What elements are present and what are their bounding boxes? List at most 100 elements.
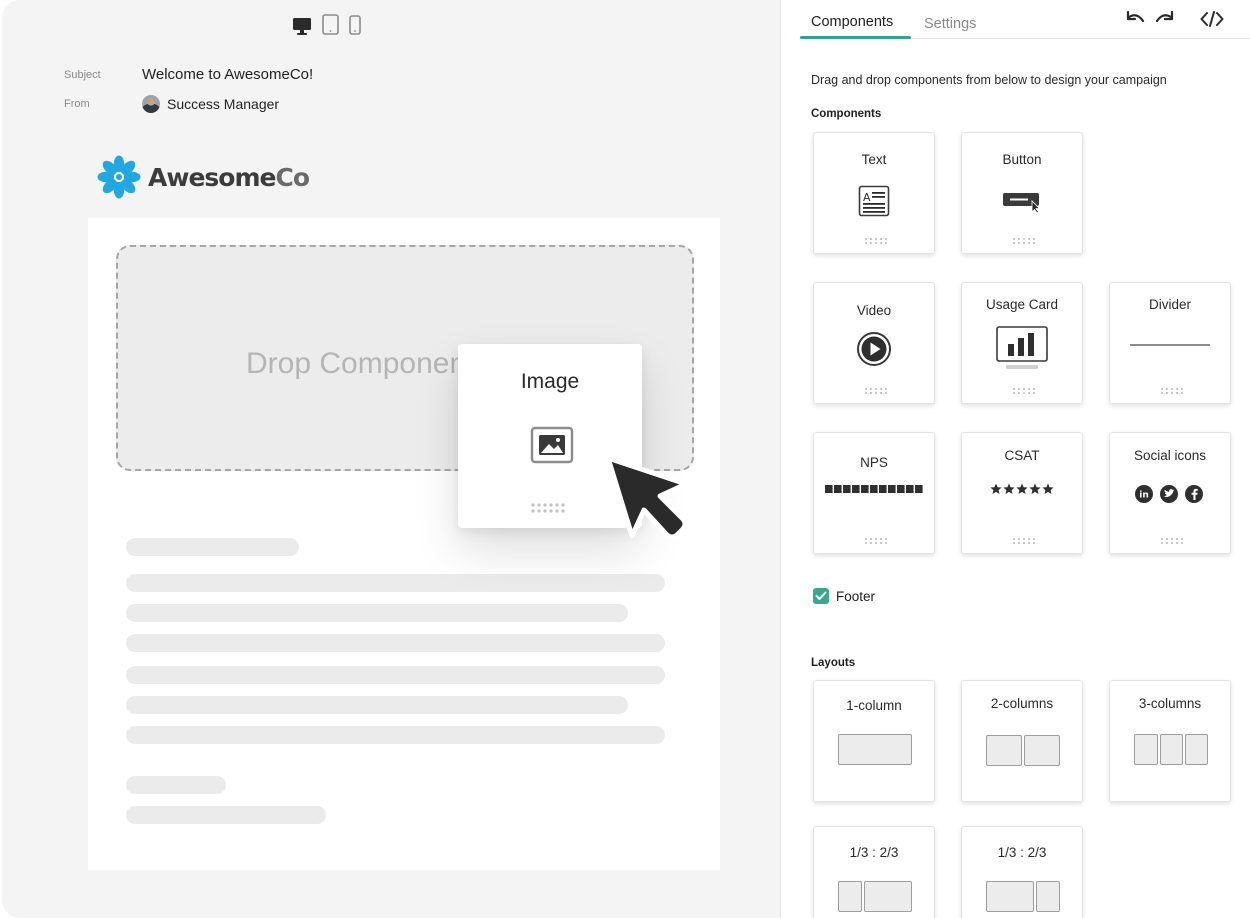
placeholder-line [126, 604, 628, 622]
tile-label: 3-columns [1138, 696, 1202, 711]
placeholder-line [126, 776, 226, 794]
star-rating-icon [990, 483, 1054, 494]
tile-label: Button [1002, 152, 1042, 167]
tile-label: Divider [1148, 297, 1191, 312]
tile-label: 2-columns [990, 696, 1054, 711]
components-heading: Components [811, 108, 882, 120]
panel-tabs: Components Settings [799, 0, 1250, 39]
layout-tile-1-column[interactable]: 1-column [813, 680, 935, 802]
drag-handle-icon[interactable] [1012, 387, 1036, 395]
subject-value[interactable]: Welcome to AwesomeCo! [142, 66, 313, 83]
divider-icon [1130, 344, 1210, 346]
layout-tile-3-columns[interactable]: 3-columns [1109, 680, 1231, 802]
active-tab-indicator [800, 36, 911, 39]
layout-column-block [1160, 734, 1183, 765]
drag-handle-icon[interactable] [1160, 537, 1184, 545]
layout-column-block [1024, 735, 1060, 766]
undo-icon[interactable] [1125, 10, 1145, 28]
subject-label: Subject [64, 68, 101, 81]
component-tile-divider[interactable]: Divider [1109, 282, 1231, 404]
company-logo: AwesomeCo [96, 154, 310, 200]
tab-settings[interactable]: Settings [924, 16, 976, 41]
logo-wordmark: AwesomeCo [148, 162, 310, 192]
email-preview-canvas: Subject Welcome to AwesomeCo! From Succe… [2, 0, 780, 918]
component-tile-nps[interactable]: NPS [813, 432, 935, 554]
component-tile-social-icons[interactable]: Social icons in [1109, 432, 1231, 554]
component-panel: Components Settings Drag and drop compon… [780, 0, 1250, 918]
tile-label: CSAT [1004, 448, 1040, 463]
footer-label: Footer [836, 588, 876, 604]
dragging-card-label: Image [520, 370, 580, 393]
placeholder-line [126, 666, 665, 684]
drag-handle-icon[interactable] [864, 537, 888, 545]
facebook-icon [1185, 485, 1203, 503]
svg-text:A: A [863, 191, 871, 204]
device-toggle [292, 14, 361, 35]
from-value[interactable]: Success Manager [167, 96, 279, 112]
tile-label: Social icons [1133, 448, 1207, 463]
component-tile-csat[interactable]: CSAT [961, 432, 1083, 554]
layout-column-block [1134, 734, 1158, 765]
layout-column-block [986, 735, 1022, 766]
tile-label: 1/3 : 2/3 [849, 845, 899, 860]
layout-column-block [864, 881, 912, 912]
checkmark-icon [815, 591, 827, 600]
drag-handle-icon[interactable] [1160, 387, 1184, 395]
drag-handle-icon[interactable] [1012, 237, 1036, 245]
placeholder-line [126, 726, 665, 744]
layout-column-block [1185, 734, 1208, 765]
drag-handle-icon[interactable] [530, 502, 566, 514]
tile-label: Usage Card [985, 297, 1059, 312]
tile-label: 1-column [846, 698, 902, 713]
component-tile-text[interactable]: Text A [813, 132, 935, 254]
layout-tile-1-3-2-3[interactable]: 1/3 : 2/3 [813, 826, 935, 918]
tile-label: Text [861, 152, 887, 167]
social-icons: in [1135, 485, 1203, 503]
placeholder-line [126, 574, 665, 592]
footer-checkbox[interactable] [813, 588, 829, 604]
layout-column-block [838, 881, 862, 912]
tile-label: 1/3 : 2/3 [997, 845, 1047, 860]
placeholder-line [126, 806, 326, 824]
nps-scale-icon [825, 485, 923, 493]
code-icon[interactable] [1200, 10, 1224, 28]
drop-zone-text: Drop Component [246, 347, 475, 380]
component-tile-button[interactable]: Button [961, 132, 1083, 254]
layout-tile-2-columns[interactable]: 2-columns [961, 680, 1083, 802]
mobile-icon[interactable] [349, 15, 361, 35]
twitter-icon [1160, 485, 1178, 503]
from-label: From [64, 98, 90, 110]
linkedin-icon: in [1135, 485, 1153, 503]
subject-row: Subject Welcome to AwesomeCo! [64, 66, 313, 83]
placeholder-line [126, 696, 628, 714]
desktop-icon[interactable] [292, 17, 312, 35]
drag-handle-icon[interactable] [1012, 537, 1036, 545]
button-icon [1003, 193, 1041, 213]
email-body: Drop Component [88, 218, 720, 870]
avatar [142, 95, 160, 113]
svg-text:in: in [1139, 491, 1149, 501]
redo-icon[interactable] [1155, 10, 1175, 28]
layouts-heading: Layouts [811, 657, 856, 669]
footer-toggle[interactable]: Footer [813, 588, 875, 604]
drag-handle-icon[interactable] [864, 387, 888, 395]
panel-hint: Drag and drop components from below to d… [811, 73, 1167, 87]
layout-column-block [838, 734, 912, 765]
layout-tile-2-3-1-3[interactable]: 1/3 : 2/3 [961, 826, 1083, 918]
layout-column-block [1036, 881, 1060, 912]
placeholder-line [126, 634, 665, 652]
placeholder-line [126, 538, 299, 556]
tile-label: Video [856, 303, 892, 318]
play-icon [857, 332, 891, 366]
component-tile-video[interactable]: Video [813, 282, 935, 404]
drag-handle-icon[interactable] [864, 237, 888, 245]
from-row: From Success Manager [64, 95, 279, 113]
component-tile-usage-card[interactable]: Usage Card [961, 282, 1083, 404]
text-icon: A [858, 185, 890, 217]
flower-logo-icon [97, 155, 141, 199]
mouse-cursor-icon [605, 455, 689, 540]
tablet-icon[interactable] [322, 14, 339, 35]
bar-chart-icon [996, 326, 1048, 369]
image-icon [530, 426, 574, 464]
tile-label: NPS [860, 455, 888, 470]
